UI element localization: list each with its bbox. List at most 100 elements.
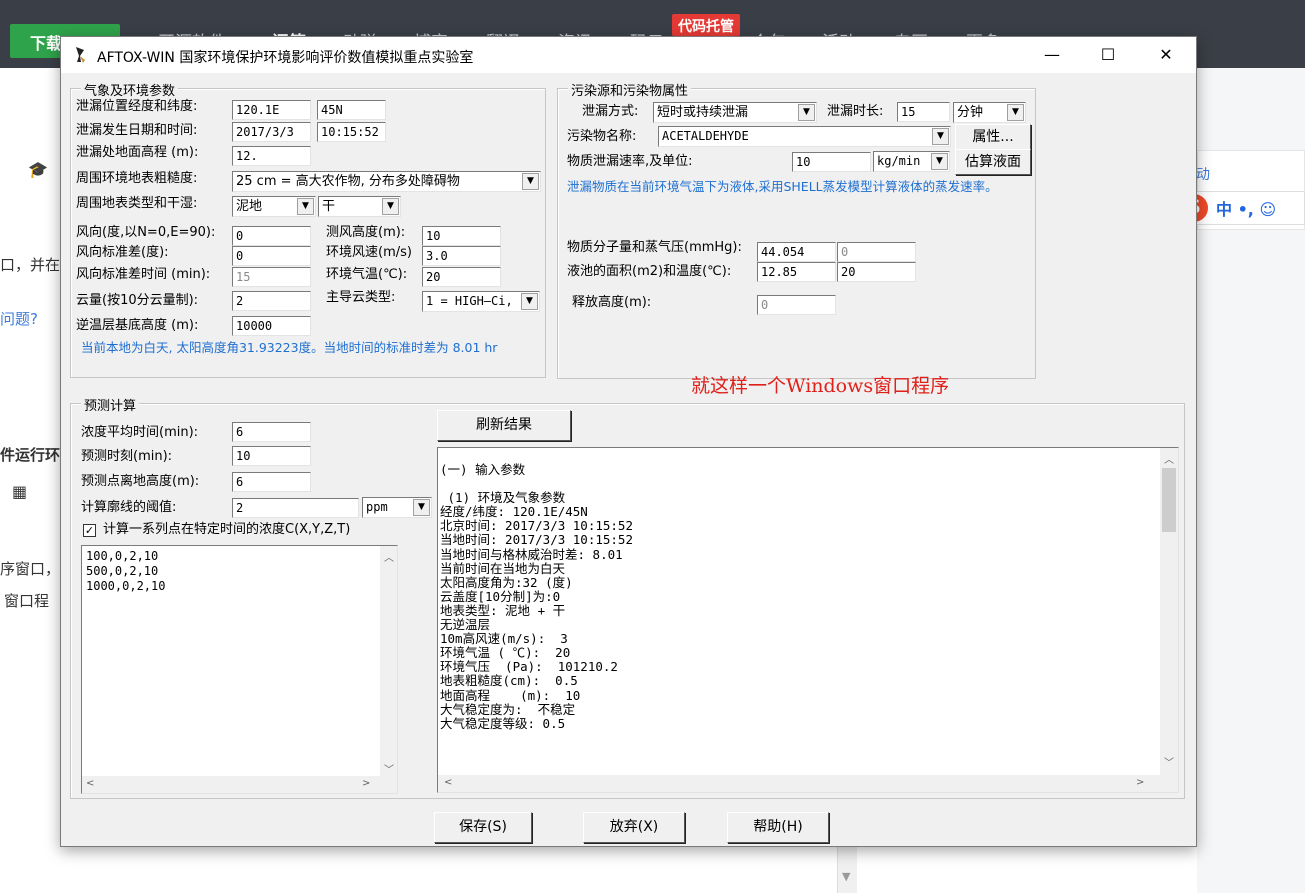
duration-label: 泄漏时长: xyxy=(827,104,884,119)
rate-unit-select[interactable]: kg/min ▼ xyxy=(873,151,950,172)
scroll-down-icon[interactable]: ﹀ xyxy=(1164,754,1174,769)
rate-unit-value: kg/min xyxy=(877,154,921,168)
longitude-input[interactable]: 120.1E xyxy=(232,100,311,120)
surface-type-select[interactable]: 泥地 ▼ xyxy=(232,196,316,217)
chevron-down-icon[interactable]: ▼ xyxy=(297,198,314,215)
chevron-down-icon[interactable]: ▼ xyxy=(521,293,538,310)
group-legend: 气象及环境参数 xyxy=(81,80,179,99)
cloud-label: 云量(按10分云量制): xyxy=(76,293,199,308)
save-button[interactable]: 保存(S) xyxy=(434,812,532,843)
code-hosting-badge[interactable]: 代码托管 xyxy=(672,14,740,36)
results-textarea[interactable]: (一) 输入参数 (1) 环境及气象参数 经度/纬度: 120.1E/45N 北… xyxy=(437,447,1179,793)
threshold-unit-value: ppm xyxy=(366,500,388,514)
scroll-right-icon[interactable]: > xyxy=(362,778,370,789)
chevron-down-icon[interactable]: ▼ xyxy=(522,173,539,190)
surface-wetness-select[interactable]: 干 ▼ xyxy=(318,196,401,217)
horizontal-scrollbar[interactable]: < > xyxy=(438,775,1178,792)
pollutant-select[interactable]: ACETALDEHYDE ▼ xyxy=(658,126,951,147)
release-height-label: 释放高度(m): xyxy=(572,295,652,310)
pred-time-label: 预测时刻(min): xyxy=(81,449,173,464)
cloud-type-select[interactable]: 1 = HIGH—Ci, ▼ xyxy=(422,291,540,312)
release-mode-select[interactable]: 短时或持续泄漏 ▼ xyxy=(653,102,817,123)
latitude-input[interactable]: 45N xyxy=(317,100,386,120)
page-left-content: 🎓 口，并在 问题? 件运行环 ▦ 序窗口， 窗口程 xyxy=(0,68,60,893)
close-button[interactable]: ✕ xyxy=(1137,37,1195,73)
ime-mode-indicator[interactable]: 中 •, ☺ xyxy=(1216,196,1276,220)
title-bar[interactable]: AFTOX-WIN 国家环境保护环境影响评价数值模拟重点实验室 — ☐ ✕ xyxy=(61,37,1196,73)
wind-direction-input[interactable]: 0 xyxy=(232,226,311,246)
annotation-text: 就这样一个Windows窗口程序 xyxy=(691,375,950,397)
inversion-input[interactable]: 10000 xyxy=(232,316,311,336)
vertical-scrollbar[interactable]: ︿ ﹀ xyxy=(1160,448,1178,777)
series-points-textarea[interactable]: 100,0,2,10 500,0,2,10 1000,0,2,10 ︿ ﹀ < … xyxy=(81,545,398,794)
maximize-button[interactable]: ☐ xyxy=(1079,37,1137,73)
chevron-down-icon[interactable]: ▼ xyxy=(413,499,430,516)
chevron-down-icon[interactable]: ▼ xyxy=(1007,104,1024,121)
scroll-left-icon[interactable]: < xyxy=(86,778,94,789)
release-height-input[interactable]: 0 xyxy=(757,295,836,315)
page-text-fragment: 窗口程 xyxy=(4,592,50,610)
wind-std-time-input[interactable]: 15 xyxy=(232,267,311,287)
wind-speed-input[interactable]: 3.0 xyxy=(422,246,501,266)
horizontal-scrollbar[interactable]: < > xyxy=(82,776,397,793)
pool-temp-input[interactable]: 20 xyxy=(837,262,916,282)
group-legend: 预测计算 xyxy=(81,395,140,414)
chevron-down-icon[interactable]: ▼ xyxy=(932,128,949,145)
series-checkbox[interactable]: ✓ xyxy=(83,524,96,537)
group-legend: 污染源和污染物属性 xyxy=(568,80,692,99)
scroll-down-icon[interactable]: ﹀ xyxy=(384,761,394,776)
release-rate-input[interactable]: 10 xyxy=(792,152,871,172)
pred-time-input[interactable]: 10 xyxy=(232,446,311,466)
scroll-up-icon[interactable]: ︿ xyxy=(384,549,394,564)
duration-input[interactable]: 15 xyxy=(897,102,950,122)
refresh-results-button[interactable]: 刷新结果 xyxy=(437,410,571,441)
scroll-up-icon[interactable]: ︿ xyxy=(1164,451,1174,466)
datetime-label: 泄漏发生日期和时间: xyxy=(76,123,198,138)
series-checkbox-label[interactable]: 计算一系列点在特定时间的浓度C(X,Y,Z,T) xyxy=(103,522,350,538)
roughness-select[interactable]: 25 cm = 高大农作物, 分布多处障碍物 ▼ xyxy=(232,171,541,192)
elevation-input[interactable]: 12. xyxy=(232,146,311,166)
aftox-dialog: AFTOX-WIN 国家环境保护环境影响评价数值模拟重点实验室 — ☐ ✕ 气象… xyxy=(60,36,1197,847)
table-icon[interactable]: ▦ xyxy=(12,482,27,501)
wind-std-input[interactable]: 0 xyxy=(232,246,311,266)
wind-direction-label: 风向(度,以N=0,E=90): xyxy=(76,225,216,240)
minimize-button[interactable]: — xyxy=(1023,37,1081,73)
page-right-link[interactable]: 动 xyxy=(1196,164,1210,184)
vertical-scrollbar[interactable]: ︿ ﹀ xyxy=(380,546,397,778)
pool-label: 液池的面积(m2)和温度(℃): xyxy=(567,264,732,279)
app-icon xyxy=(76,47,85,63)
chevron-down-icon[interactable]: ▼ xyxy=(798,104,815,121)
air-temp-input[interactable]: 20 xyxy=(422,267,501,287)
scroll-thumb[interactable] xyxy=(1162,468,1176,532)
pool-area-input[interactable]: 12.85 xyxy=(757,262,836,282)
estimate-pool-button[interactable]: 估算液面 xyxy=(955,149,1031,175)
molecular-weight-input[interactable]: 44.054 xyxy=(757,242,836,262)
series-points-text: 100,0,2,10 500,0,2,10 1000,0,2,10 xyxy=(86,549,166,593)
chevron-down-icon[interactable]: ▼ xyxy=(382,198,399,215)
air-temp-label: 环境气温(℃): xyxy=(326,267,408,282)
chevron-down-icon[interactable]: ▼ xyxy=(931,153,948,170)
point-height-input[interactable]: 6 xyxy=(232,472,311,492)
scroll-left-icon[interactable]: < xyxy=(444,777,452,788)
help-button[interactable]: 帮助(H) xyxy=(727,812,829,843)
wind-height-input[interactable]: 10 xyxy=(422,226,501,246)
inversion-label: 逆温层基底高度 (m): xyxy=(76,318,199,333)
threshold-input[interactable]: 2 xyxy=(232,498,359,518)
release-mode-value: 短时或持续泄漏 xyxy=(657,105,749,120)
threshold-unit-select[interactable]: ppm ▼ xyxy=(362,497,432,518)
wind-std-time-label: 风向标准差时间 (min): xyxy=(76,267,211,282)
date-input[interactable]: 2017/3/3 xyxy=(232,122,311,142)
duration-unit-value: 分钟 xyxy=(957,105,984,120)
scroll-down-icon[interactable]: ▼ xyxy=(842,870,850,883)
time-input[interactable]: 10:15:52 xyxy=(317,122,386,142)
discard-button[interactable]: 放弃(X) xyxy=(583,812,685,843)
vapor-pressure-input[interactable]: 0 xyxy=(837,242,916,262)
scroll-right-icon[interactable]: > xyxy=(1136,777,1144,788)
attributes-button[interactable]: 属性... xyxy=(955,124,1031,150)
roughness-label: 周围环境地表粗糙度: xyxy=(76,171,198,186)
duration-unit-select[interactable]: 分钟 ▼ xyxy=(953,102,1026,123)
cloud-input[interactable]: 2 xyxy=(232,291,311,311)
page-link-fragment[interactable]: 问题? xyxy=(0,308,38,329)
avg-time-input[interactable]: 6 xyxy=(232,422,311,442)
surface-type-value: 泥地 xyxy=(236,199,263,214)
